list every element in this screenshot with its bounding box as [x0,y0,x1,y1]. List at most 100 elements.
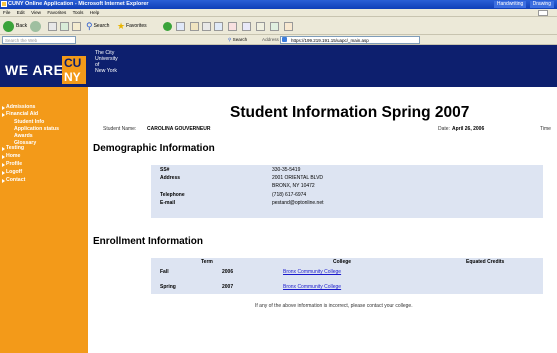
stop-icon [48,21,57,31]
student-name-value: CAROLINA GOUVERNEUR [147,126,211,132]
address-search-icon: ⚲ [228,37,232,42]
home-button[interactable] [72,20,81,32]
window-title: CUNY Online Application - Microsoft Inte… [8,1,149,7]
history-icon [176,21,185,31]
enrollment-row-1-college-link[interactable]: Bronx Community College [283,269,341,275]
handwriting-button[interactable]: Handwriting [493,1,527,8]
ssn-label: SS# [160,167,170,173]
tool-button-a[interactable] [242,20,251,32]
title-bar-tools: Handwriting Drawing [492,0,554,9]
tool-button-d[interactable] [284,20,293,32]
browser-toolbar: Back ⚲ Search ★ Favorites [0,17,557,35]
address-line-2: BRONX, NY 10472 [272,183,315,189]
address-search-button[interactable]: ⚲ Search [228,36,247,44]
enrollment-heading: Enrollment Information [93,236,203,247]
nav-logoff[interactable]: Logoff [6,169,22,175]
tool-d-icon [284,21,293,31]
demographic-panel [151,165,543,218]
time-label: Time [540,126,551,132]
print-button[interactable] [202,20,211,32]
refresh-icon [60,21,69,31]
address-search-label: Search [232,37,248,42]
discuss-icon [228,21,237,31]
ie-app-icon [1,1,7,7]
address-label-field: Address [160,175,181,181]
history-button[interactable] [176,20,185,32]
date-value: April 26, 2006 [452,126,485,132]
cuny-logo-ny: NY [64,70,81,84]
menu-favorites[interactable]: Favorites [47,10,66,15]
menu-edit[interactable]: Edit [17,10,25,15]
address-label: Address [262,37,279,42]
telephone-label: Telephone [160,192,185,198]
favorites-star-icon: ★ [117,20,126,31]
demographic-heading: Demographic Information [93,143,215,154]
page-icon [282,37,287,42]
page-title: Student Information Spring 2007 [230,104,470,121]
media-button[interactable] [163,20,174,32]
telephone-value: (718) 617-6974 [272,192,307,198]
nav-awards[interactable]: Awards [14,133,33,139]
tool-button-c[interactable] [270,20,279,32]
tool-a-icon [242,21,251,31]
mail-icon [190,21,199,31]
nav-contact[interactable]: Contact [6,177,25,183]
university-line-4: New York [95,68,117,74]
refresh-button[interactable] [60,20,69,32]
nav-profile[interactable]: Profile [6,161,22,167]
date-label: Date: [438,126,450,132]
nav-testing[interactable]: Testing [6,145,24,151]
nav-arrow-icon [2,147,5,151]
favorites-label: Favorites [126,23,147,29]
search-web-input[interactable]: Search the Web [2,36,76,44]
nav-arrow-icon [2,113,5,117]
menu-bar: File Edit View Favorites Tools Help [0,9,557,17]
tool-button-b[interactable] [256,20,265,32]
stop-button[interactable] [48,20,57,32]
nav-arrow-icon [2,179,5,183]
nav-student-info[interactable]: Student Info [14,119,44,125]
nav-application-status[interactable]: Application status [14,126,59,132]
search-label: Search [93,23,110,29]
tool-c-icon [270,21,279,31]
enrollment-col-credits: Equated Credits [466,259,505,265]
favorites-button[interactable]: ★ Favorites [117,20,147,32]
search-icon: ⚲ [86,20,93,31]
nav-arrow-icon [2,106,5,110]
back-button[interactable]: Back [3,20,27,32]
nav-arrow-icon [2,155,5,159]
menu-file[interactable]: File [3,10,10,15]
enrollment-col-term: Term [201,259,213,265]
menu-view[interactable]: View [31,10,41,15]
home-icon [72,21,81,31]
university-name: The City University of New York [95,50,118,74]
cuny-logo-cu: CU [64,56,82,70]
mail-button[interactable] [190,20,199,32]
enrollment-row-2-college-link[interactable]: Bronx Community College [283,284,341,290]
forward-button[interactable] [30,20,43,32]
back-label: Back [16,23,28,29]
nav-admissions[interactable]: Admissions [6,104,35,110]
enrollment-row-1-year: 2006 [222,269,234,275]
back-arrow-icon [3,20,14,32]
enrollment-row-1-term: Fall [160,269,169,275]
address-bar-row: Search the Web ⚲ Search Address https://… [0,35,557,45]
drawing-button[interactable]: Drawing [529,1,554,8]
discuss-button[interactable] [228,20,237,32]
nav-home[interactable]: Home [6,153,20,159]
email-label: E-mail [160,200,176,206]
nav-financial-aid[interactable]: Financial Aid [6,111,38,117]
search-button[interactable]: ⚲ Search [86,20,109,32]
student-name-label: Student Name: [103,126,137,132]
print-icon [202,21,211,31]
we-are-text: WE ARE [5,62,64,78]
menu-help[interactable]: Help [90,10,99,15]
enrollment-row-2-year: 2007 [222,284,234,290]
window-title-bar[interactable]: CUNY Online Application - Microsoft Inte… [0,0,557,9]
windows-logo-icon [538,10,548,16]
tool-b-icon [256,21,265,31]
address-url-input[interactable]: https://199.219.191.15/uapc/_main.asp [280,36,420,44]
email-value: pestand@optonline.net [272,200,324,206]
edit-button[interactable] [214,20,223,32]
menu-tools[interactable]: Tools [73,10,84,15]
